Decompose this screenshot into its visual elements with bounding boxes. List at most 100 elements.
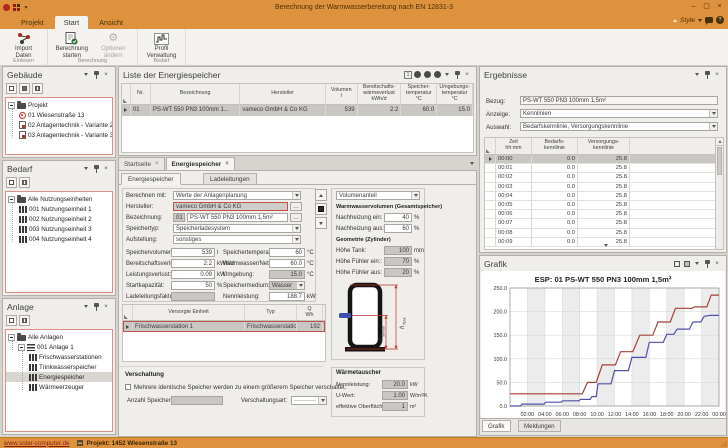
- hersteller-input[interactable]: vameco GmbH & Co KG: [173, 202, 288, 211]
- aufstellung-select[interactable]: sonstiges: [173, 235, 301, 244]
- collapse-ribbon-icon[interactable]: [673, 19, 677, 22]
- grid-view-button[interactable]: [32, 83, 43, 94]
- help-icon[interactable]: ?: [716, 16, 724, 24]
- form-tab-ladeleitungen[interactable]: Ladeleitungen: [203, 173, 257, 185]
- leistungsverlust-input[interactable]: 0.09: [171, 270, 215, 279]
- tab-projekt[interactable]: Projekt: [12, 16, 53, 29]
- new-item-button[interactable]: [6, 177, 17, 188]
- pin-icon[interactable]: [452, 70, 462, 80]
- circle-icon-2[interactable]: [422, 70, 432, 80]
- dropdown-icon[interactable]: [318, 397, 326, 404]
- pin-icon[interactable]: [702, 259, 712, 269]
- startkapazitaet-input[interactable]: 50: [171, 281, 215, 290]
- col-hersteller[interactable]: Hersteller: [240, 84, 326, 104]
- kennlinie-row[interactable]: 00:050.025.8: [485, 201, 715, 210]
- tab-grafik[interactable]: Grafik: [482, 420, 511, 432]
- dropdown-icon[interactable]: [292, 225, 300, 232]
- tree-node-projekt[interactable]: Projekt: [6, 100, 112, 110]
- export-chart-icon[interactable]: [672, 259, 682, 269]
- dropdown-icon[interactable]: [411, 192, 419, 199]
- scroll-up-icon[interactable]: [716, 138, 723, 146]
- close-button[interactable]: ×: [713, 0, 726, 14]
- new-item-button[interactable]: [6, 315, 17, 326]
- tree-node-variante-3[interactable]: 03 Anlagentechnik - Variante 3: [6, 130, 112, 140]
- tab-ansicht[interactable]: Ansicht: [90, 16, 132, 29]
- pin-icon[interactable]: [91, 164, 101, 174]
- grid-view-button[interactable]: [19, 177, 30, 188]
- berechnung-starten-button[interactable]: Berechnung starten: [51, 31, 93, 59]
- kennlinie-row[interactable]: 00:010.025.8: [485, 164, 715, 173]
- form-tab-energiespeicher[interactable]: Energiespeicher: [121, 173, 181, 185]
- kennlinie-row[interactable]: 00:060.025.8: [485, 210, 715, 219]
- berechnen-mit-select[interactable]: Werte der Anlagenplanung: [173, 191, 301, 200]
- pin-icon[interactable]: [702, 70, 712, 80]
- col-bedarfskennlinie[interactable]: Bedarfs- kennlinie: [532, 138, 578, 154]
- col-speichertemperatur[interactable]: Speicher- temperatur °C: [401, 84, 437, 104]
- style-selector[interactable]: Style: [680, 17, 695, 24]
- scroll-more-rows-icon[interactable]: [604, 242, 608, 249]
- minimize-button[interactable]: –: [687, 0, 700, 14]
- tree-node-nutzungseinheit-3[interactable]: 003 Nutzungseinheit 3: [6, 224, 112, 234]
- scrollbar-thumb[interactable]: [717, 147, 722, 175]
- badge-one-icon[interactable]: 1: [404, 71, 412, 79]
- col-versorgungskennlinie[interactable]: Versorgungs- kennlinie: [578, 138, 630, 154]
- tree-node-variante-2[interactable]: 02 Anlagentechnik - Variante 2: [6, 120, 112, 130]
- dropdown-icon[interactable]: [709, 123, 717, 130]
- grid-row-selected[interactable]: Frischwasserstation 1 Frischwasserstatio…: [123, 321, 325, 332]
- volumenanteil-select[interactable]: Volumenanteil: [336, 191, 420, 200]
- tab-startseite[interactable]: Startseite×: [118, 157, 165, 170]
- tab-energiespeicher[interactable]: Energiespeicher×: [166, 157, 235, 170]
- pin-icon[interactable]: [91, 302, 101, 312]
- feedback-icon[interactable]: [705, 17, 713, 23]
- panel-menu-icon[interactable]: [81, 302, 91, 312]
- tab-start[interactable]: Start: [55, 16, 88, 29]
- tree-node-nutzungseinheit-4[interactable]: 004 Nutzungseinheit 4: [6, 234, 112, 244]
- close-icon[interactable]: ×: [101, 70, 111, 80]
- circle-icon-1[interactable]: [412, 70, 422, 80]
- kennlinie-row[interactable]: 00:080.025.8: [485, 229, 715, 238]
- panel-menu-icon[interactable]: [692, 259, 702, 269]
- close-tab-icon[interactable]: ×: [225, 161, 229, 167]
- quick-access-icon[interactable]: [13, 4, 21, 11]
- grid-view-button[interactable]: [19, 315, 30, 326]
- move-up-button[interactable]: [315, 189, 327, 201]
- close-icon[interactable]: ×: [101, 164, 111, 174]
- bezeichnung-browse-button[interactable]: …: [290, 213, 302, 222]
- profil-verwaltung-button[interactable]: Profil Verwaltung: [141, 31, 182, 59]
- dropdown-icon[interactable]: [709, 110, 717, 117]
- nennleistung-input[interactable]: 188.7: [269, 292, 305, 301]
- anzeige-select[interactable]: Kennlinien: [520, 109, 718, 118]
- panel-menu-icon[interactable]: [442, 70, 452, 80]
- col-bereitschaftsverlust[interactable]: Bereitschafts- wärmeverlust kWh/d: [358, 84, 402, 104]
- website-link[interactable]: www.solar-computer.de: [4, 440, 69, 447]
- expander-icon[interactable]: [18, 344, 25, 351]
- kennlinie-row[interactable]: 00:040.025.8: [485, 192, 715, 201]
- kennlinie-row[interactable]: 00:020.025.8: [485, 173, 715, 182]
- hersteller-browse-button[interactable]: …: [290, 202, 302, 211]
- kennlinie-row[interactable]: 00:030.025.8: [485, 183, 715, 192]
- tree-node-wiesenstrasse[interactable]: 01 Wiesenstraße 13: [6, 110, 112, 120]
- col-bezeichnung[interactable]: Bezeichnung: [151, 84, 240, 104]
- style-dropdown-icon[interactable]: [698, 19, 702, 22]
- verschaltungsart-select[interactable]: -----------: [291, 396, 327, 405]
- dropdown-icon[interactable]: [292, 236, 300, 243]
- col-q-wh[interactable]: Q Wh: [297, 305, 323, 320]
- tab-list-dropdown-icon[interactable]: [467, 158, 477, 168]
- nachheizung-ein-input[interactable]: 40: [384, 213, 412, 222]
- close-icon[interactable]: ×: [462, 70, 472, 80]
- bezeichnung-input[interactable]: PS-WT 550 PN3 100mm 1,5m²: [187, 213, 288, 222]
- warmwasser-netz-input[interactable]: 60.0: [269, 259, 305, 268]
- expander-icon[interactable]: [8, 102, 15, 109]
- speichertemperatur-input[interactable]: 60: [269, 248, 305, 257]
- verschaltung-checkbox[interactable]: [125, 384, 131, 390]
- col-volumen[interactable]: Volumen l: [326, 84, 358, 104]
- kennlinie-row[interactable]: 00:000.025.8: [485, 155, 715, 164]
- copy-item-button[interactable]: [19, 83, 30, 94]
- auswahl-select[interactable]: Bedarfskennlinie, Versorgungskennlinie: [520, 122, 718, 131]
- col-umgebungstemperatur[interactable]: Umgebungs- temperatur °C: [437, 84, 473, 104]
- copy-chart-icon[interactable]: [682, 259, 692, 269]
- circle-icon-3[interactable]: [432, 70, 442, 80]
- panel-menu-icon[interactable]: [81, 70, 91, 80]
- speichervolumen-input[interactable]: 539: [171, 248, 215, 257]
- close-tab-icon[interactable]: ×: [155, 161, 159, 167]
